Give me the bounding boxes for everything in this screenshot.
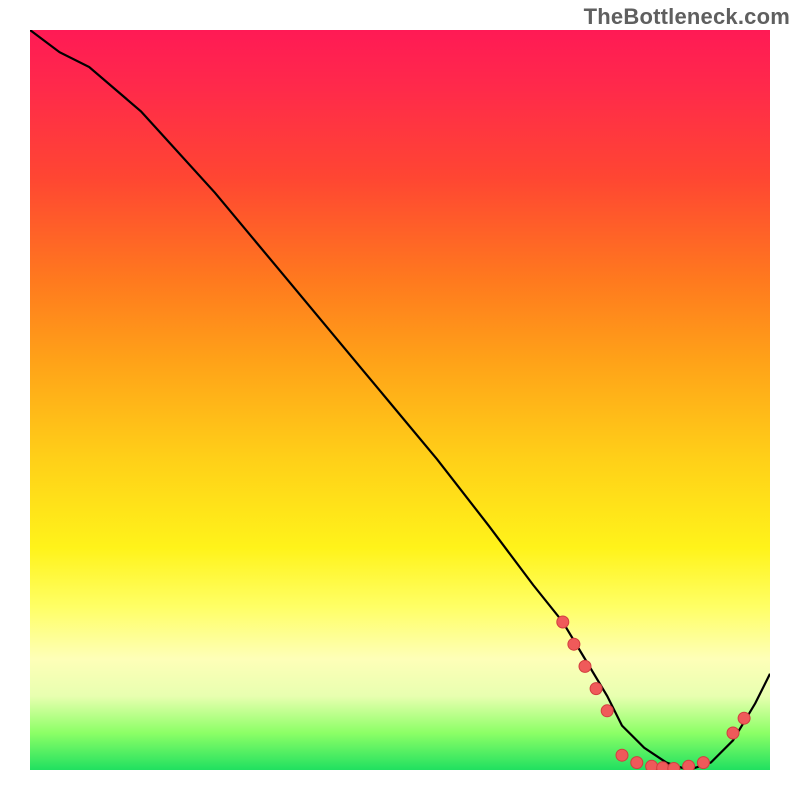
curve-marker bbox=[727, 727, 739, 739]
curve-marker bbox=[568, 638, 580, 650]
curve-marker bbox=[646, 760, 658, 770]
curve-marker bbox=[590, 683, 602, 695]
curve-marker bbox=[601, 705, 613, 717]
curve-marker bbox=[557, 616, 569, 628]
curve-marker bbox=[631, 757, 643, 769]
watermark-text: TheBottleneck.com bbox=[584, 4, 790, 30]
bottleneck-curve bbox=[30, 30, 770, 770]
plot-area bbox=[30, 30, 770, 770]
curve-marker bbox=[579, 660, 591, 672]
curve-marker bbox=[683, 760, 695, 770]
chart-container: TheBottleneck.com bbox=[0, 0, 800, 800]
curve-marker bbox=[616, 749, 628, 761]
curve-marker bbox=[738, 712, 750, 724]
curve-marker bbox=[668, 763, 680, 771]
curve-markers bbox=[557, 616, 750, 770]
curve-marker bbox=[697, 757, 709, 769]
curve-svg bbox=[30, 30, 770, 770]
curve-marker bbox=[657, 762, 669, 770]
